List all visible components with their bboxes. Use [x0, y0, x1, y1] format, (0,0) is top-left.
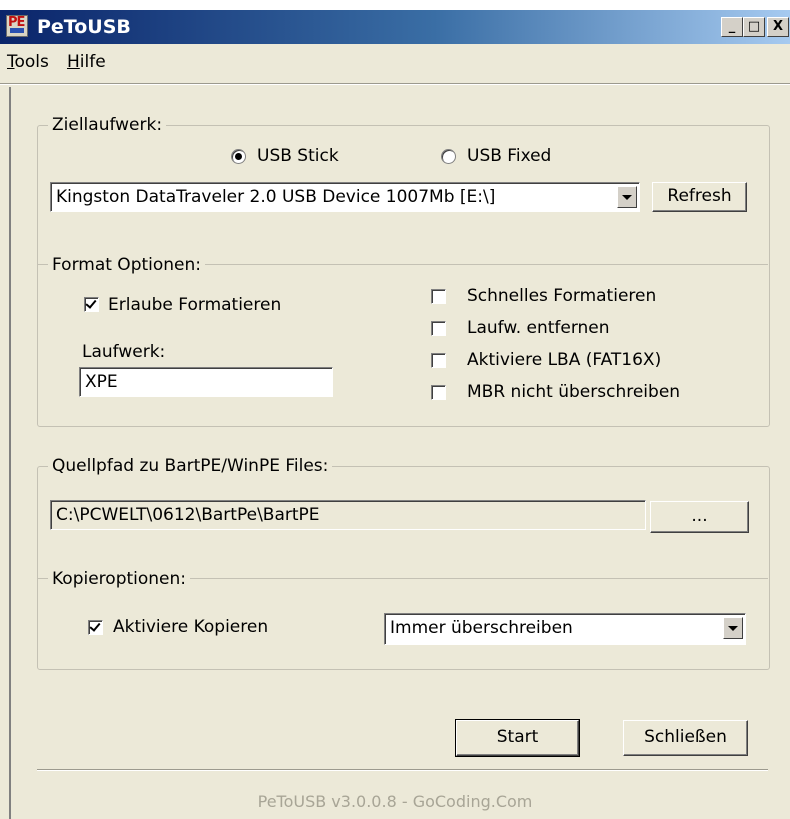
client-left-border [9, 87, 11, 819]
quick-format-checkbox[interactable] [431, 289, 446, 304]
close-window-button[interactable]: X [767, 17, 789, 37]
drive-label-input[interactable]: XPE [79, 367, 333, 397]
window-title: PeToUSB [37, 16, 131, 38]
menu-tools[interactable]: Tools [7, 52, 49, 72]
enable-lba-checkbox[interactable] [431, 353, 446, 368]
menu-help[interactable]: Hilfe [67, 52, 106, 72]
copy-options-title: Kopieroptionen: [48, 569, 191, 589]
remove-drive-checkbox[interactable] [431, 321, 446, 336]
browse-button[interactable]: ... [650, 501, 749, 533]
usb-stick-label[interactable]: USB Stick [257, 146, 339, 166]
device-dropdown-button[interactable] [617, 186, 637, 208]
device-select-value: Kingston DataTraveler 2.0 USB Device 100… [56, 187, 496, 207]
title-bar[interactable]: PE PeToUSB _ □ X [0, 10, 790, 44]
app-window: PE PeToUSB _ □ X Tools Hilfe Ziellaufwer… [0, 10, 790, 819]
menu-divider-highlight [0, 84, 790, 85]
no-mbr-overwrite-checkbox[interactable] [431, 385, 446, 400]
usb-fixed-label[interactable]: USB Fixed [467, 146, 551, 166]
start-button[interactable]: Start [455, 719, 580, 757]
source-path-value: C:\PCWELT\0612\BartPe\BartPE [56, 505, 320, 525]
enable-copy-checkbox[interactable] [88, 620, 103, 635]
drive-label-input-value: XPE [85, 372, 118, 392]
menu-bar: Tools Hilfe [0, 44, 790, 84]
source-path-field[interactable]: C:\PCWELT\0612\BartPe\BartPE [50, 500, 646, 530]
menu-help-label: ilfe [79, 52, 106, 72]
close-button[interactable]: Schließen [623, 720, 748, 756]
footer-credits: PeToUSB v3.0.0.8 - GoCoding.Com [257, 792, 533, 811]
source-path-group-title: Quellpfad zu BartPE/WinPE Files: [48, 456, 333, 476]
refresh-button[interactable]: Refresh [652, 182, 747, 212]
enable-lba-label[interactable]: Aktiviere LBA (FAT16X) [467, 350, 661, 370]
enable-copy-label[interactable]: Aktiviere Kopieren [113, 617, 268, 637]
remove-drive-label[interactable]: Laufw. entfernen [467, 318, 610, 338]
overwrite-mode-dropdown-button[interactable] [723, 617, 743, 639]
menu-tools-mnemonic: T [7, 52, 15, 72]
allow-format-checkbox[interactable] [84, 297, 99, 312]
no-mbr-overwrite-label[interactable]: MBR nicht überschreiben [467, 382, 680, 402]
overwrite-mode-value: Immer überschreiben [390, 618, 573, 638]
minimize-button[interactable]: _ [721, 17, 743, 37]
menu-tools-label: ools [14, 52, 49, 72]
target-drive-group-title: Ziellaufwerk: [48, 115, 167, 135]
drive-label: Laufwerk: [82, 342, 166, 362]
menu-help-mnemonic: H [67, 52, 80, 72]
app-icon-bar [10, 28, 24, 33]
app-icon[interactable]: PE [6, 15, 28, 37]
device-select[interactable]: Kingston DataTraveler 2.0 USB Device 100… [50, 182, 640, 212]
allow-format-label[interactable]: Erlaube Formatieren [108, 295, 281, 315]
format-options-title: Format Optionen: [48, 255, 206, 275]
footer-divider-highlight [37, 770, 768, 771]
usb-stick-radio[interactable] [231, 149, 246, 164]
usb-fixed-radio[interactable] [441, 149, 456, 164]
quick-format-label[interactable]: Schnelles Formatieren [467, 286, 656, 306]
maximize-button[interactable]: □ [743, 17, 765, 37]
overwrite-mode-select[interactable]: Immer überschreiben [384, 613, 746, 645]
